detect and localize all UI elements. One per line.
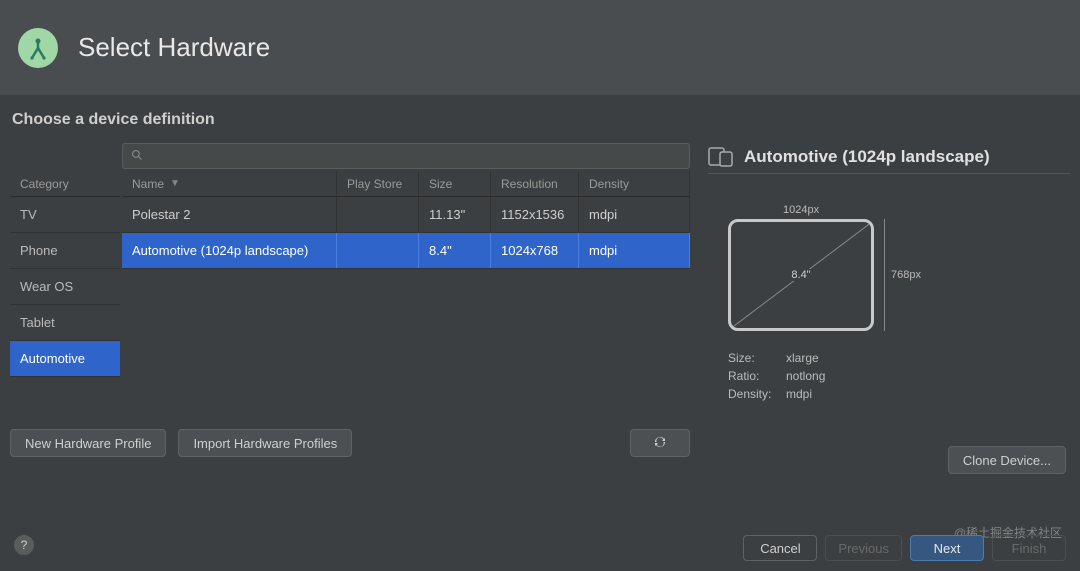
- category-tv[interactable]: TV: [10, 197, 120, 233]
- preview-title: Automotive (1024p landscape): [744, 147, 990, 167]
- cell-play-store: [337, 233, 419, 268]
- col-name[interactable]: Name▼: [122, 171, 337, 197]
- category-list: Category TV Phone Wear OS Tablet Automot…: [10, 171, 120, 377]
- preview-panel: Automotive (1024p landscape) 1024px 8.4"…: [708, 143, 1070, 403]
- section-title: Choose a device definition: [12, 111, 1070, 129]
- specs: Size:xlarge Ratio:notlong Density:mdpi: [728, 349, 825, 403]
- previous-button: Previous: [825, 535, 902, 561]
- search-icon: [131, 149, 143, 164]
- screen-diagonal-label: 8.4": [787, 269, 814, 281]
- cell-density: mdpi: [579, 197, 690, 232]
- search-input[interactable]: [122, 143, 690, 169]
- spec-ratio-value: notlong: [786, 367, 825, 385]
- refresh-icon: [652, 434, 668, 453]
- dimension-height-label: 768px: [884, 219, 921, 331]
- cell-size: 8.4": [419, 233, 491, 268]
- title-bar: Select Hardware: [0, 0, 1080, 95]
- category-wear-os[interactable]: Wear OS: [10, 269, 120, 305]
- next-button[interactable]: Next: [910, 535, 984, 561]
- import-hardware-profiles-button[interactable]: Import Hardware Profiles: [178, 429, 352, 457]
- dimension-width-label: 1024px: [783, 204, 819, 216]
- spec-size-label: Size:: [728, 349, 786, 367]
- spec-density-label: Density:: [728, 385, 786, 403]
- cell-size: 11.13": [419, 197, 491, 232]
- device-table: Name▼ Play Store Size Resolution Density…: [122, 171, 690, 377]
- cell-resolution: 1024x768: [491, 233, 579, 268]
- new-hardware-profile-button[interactable]: New Hardware Profile: [10, 429, 166, 457]
- screen-preview: 8.4": [728, 219, 874, 331]
- col-resolution[interactable]: Resolution: [491, 171, 579, 197]
- page-title: Select Hardware: [78, 32, 270, 63]
- category-automotive[interactable]: Automotive: [10, 341, 120, 377]
- col-size[interactable]: Size: [419, 171, 491, 197]
- refresh-button[interactable]: [630, 429, 690, 457]
- col-play-store[interactable]: Play Store: [337, 171, 419, 197]
- col-density[interactable]: Density: [579, 171, 690, 197]
- spec-density-value: mdpi: [786, 385, 812, 403]
- sort-desc-icon: ▼: [170, 178, 180, 189]
- cell-density: mdpi: [579, 233, 690, 268]
- device-row[interactable]: Polestar 2 11.13" 1152x1536 mdpi: [122, 197, 690, 233]
- spec-size-value: xlarge: [786, 349, 819, 367]
- android-studio-logo-icon: [18, 28, 58, 68]
- clone-device-button[interactable]: Clone Device...: [948, 446, 1066, 474]
- device-row[interactable]: Automotive (1024p landscape) 8.4" 1024x7…: [122, 233, 690, 269]
- category-phone[interactable]: Phone: [10, 233, 120, 269]
- category-tablet[interactable]: Tablet: [10, 305, 120, 341]
- help-button[interactable]: ?: [14, 535, 34, 555]
- cancel-button[interactable]: Cancel: [743, 535, 817, 561]
- device-table-header: Name▼ Play Store Size Resolution Density: [122, 171, 690, 197]
- category-header: Category: [10, 171, 120, 197]
- spec-ratio-label: Ratio:: [728, 367, 786, 385]
- finish-button: Finish: [992, 535, 1066, 561]
- divider: [708, 173, 1070, 174]
- cell-name: Polestar 2: [122, 197, 337, 232]
- cell-play-store: [337, 197, 419, 232]
- cell-resolution: 1152x1536: [491, 197, 579, 232]
- cell-name: Automotive (1024p landscape): [122, 233, 337, 268]
- devices-icon: [708, 147, 732, 167]
